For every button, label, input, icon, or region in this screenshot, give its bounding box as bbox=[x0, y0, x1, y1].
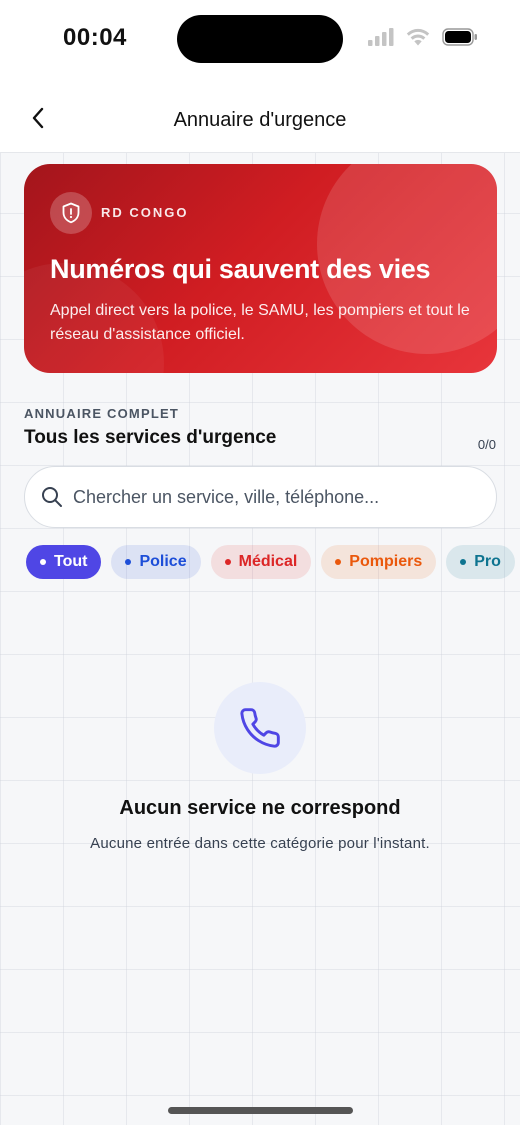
search-input[interactable] bbox=[73, 486, 473, 508]
chip-label: Médical bbox=[238, 553, 298, 570]
chip-dot bbox=[125, 559, 132, 565]
chip-label: Tout bbox=[54, 553, 88, 570]
app-header: Annuaire d'urgence bbox=[0, 80, 520, 153]
chip-label: Police bbox=[139, 553, 187, 570]
chip-dot bbox=[460, 559, 467, 565]
status-time: 00:04 bbox=[63, 24, 127, 51]
results-count: 0/0 bbox=[477, 437, 496, 452]
filter-chip-medical[interactable]: Médical bbox=[210, 545, 312, 579]
wifi-icon bbox=[406, 28, 430, 46]
filter-chips: Tout Police Médical Pompiers Pro bbox=[26, 545, 520, 581]
filter-chip-police[interactable]: Police bbox=[111, 545, 201, 579]
section-kicker: ANNUAIRE COMPLET bbox=[24, 406, 179, 421]
chip-label: Pompiers bbox=[349, 553, 423, 570]
hero-title: Numéros qui sauvent des vies bbox=[50, 254, 431, 284]
signal-icon bbox=[368, 28, 394, 46]
phone-icon bbox=[240, 708, 280, 748]
filter-chip-pro[interactable]: Pro bbox=[446, 545, 515, 579]
dynamic-island bbox=[177, 15, 343, 63]
status-bar: 00:04 bbox=[0, 0, 520, 80]
section-title: Tous les services d'urgence bbox=[24, 427, 277, 448]
chip-dot bbox=[224, 559, 231, 565]
filter-chip-pompiers[interactable]: Pompiers bbox=[321, 545, 437, 579]
battery-icon bbox=[442, 28, 477, 46]
hero-badge bbox=[50, 192, 92, 234]
hero-country: RD CONGO bbox=[101, 205, 189, 220]
filter-chip-tout[interactable]: Tout bbox=[26, 545, 102, 579]
shield-alert-icon bbox=[62, 202, 80, 224]
page-title: Annuaire d'urgence bbox=[173, 109, 347, 131]
search-icon bbox=[42, 487, 62, 507]
hero-card: RD CONGO Numéros qui sauvent des vies Ap… bbox=[24, 164, 497, 373]
chip-dot bbox=[335, 559, 342, 565]
hero-description: Appel direct vers la police, le SAMU, le… bbox=[50, 302, 470, 343]
empty-state-description: Aucune entrée dans cette catégorie pour … bbox=[90, 835, 430, 852]
chip-label: Pro bbox=[474, 553, 501, 570]
empty-state-icon-wrap bbox=[214, 682, 306, 774]
empty-state-title: Aucun service ne correspond bbox=[119, 797, 401, 819]
chip-dot bbox=[40, 559, 46, 565]
search-bar[interactable] bbox=[24, 466, 497, 528]
home-indicator[interactable] bbox=[168, 1107, 353, 1114]
system-icons bbox=[368, 28, 478, 46]
